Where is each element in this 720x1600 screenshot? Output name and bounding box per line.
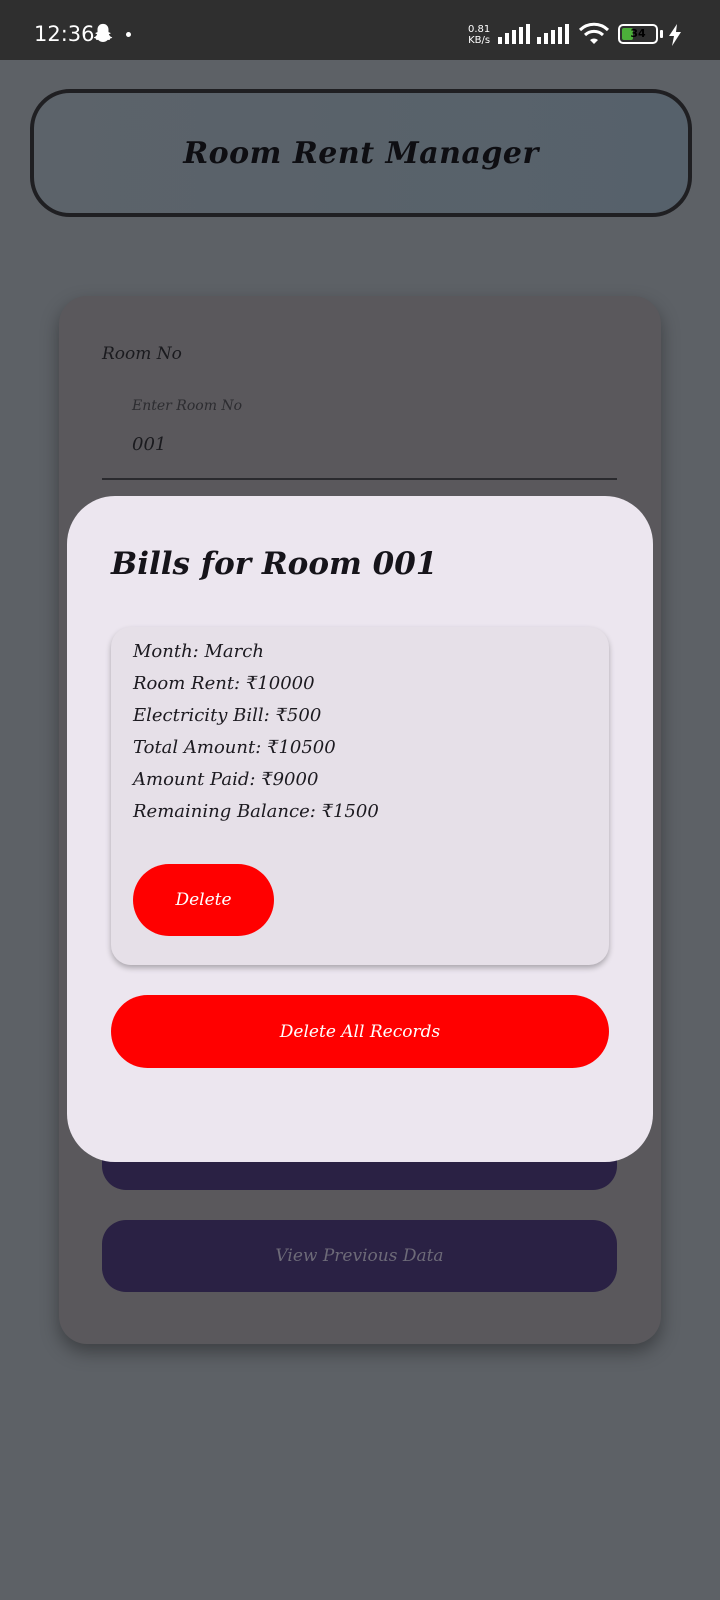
- signal-icon: [537, 24, 569, 44]
- bill-total-amount: Total Amount: ₹10500: [133, 737, 336, 758]
- bill-remaining-balance: Remaining Balance: ₹1500: [133, 801, 379, 822]
- app-title: Room Rent Manager: [183, 135, 539, 171]
- signal-icon: [498, 24, 530, 44]
- view-previous-data-button[interactable]: View Previous Data: [102, 1220, 617, 1292]
- room-no-label: Room No: [102, 344, 182, 364]
- delete-bill-button[interactable]: Delete: [133, 864, 274, 936]
- delete-all-records-button[interactable]: Delete All Records: [111, 995, 609, 1068]
- network-speed-value: 0.81: [468, 24, 491, 35]
- app-header: Room Rent Manager: [30, 89, 692, 217]
- bill-room-rent: Room Rent: ₹10000: [133, 673, 315, 694]
- network-speed: 0.81 KB/s: [468, 24, 490, 46]
- battery-cap: [660, 30, 663, 38]
- charging-bolt-icon: [669, 24, 681, 46]
- dialog-title: Bills for Room 001: [111, 546, 438, 582]
- bill-month: Month: March: [133, 641, 264, 662]
- snapchat-ghost-icon: [93, 23, 113, 42]
- bill-electricity: Electricity Bill: ₹500: [133, 705, 322, 726]
- battery-percent: 34: [630, 27, 646, 40]
- room-no-input-label: Enter Room No: [132, 398, 243, 414]
- wifi-icon: [578, 22, 610, 44]
- bill-amount-paid: Amount Paid: ₹9000: [133, 769, 319, 790]
- status-time: 12:36: [34, 22, 95, 46]
- status-bar: 12:36 0.81 KB/s 34: [0, 0, 720, 60]
- room-no-input[interactable]: 001: [132, 434, 166, 455]
- battery-icon: 34: [618, 24, 658, 44]
- room-no-input-underline: [102, 478, 617, 480]
- network-speed-unit: KB/s: [468, 35, 491, 46]
- notification-dot-icon: [126, 32, 131, 37]
